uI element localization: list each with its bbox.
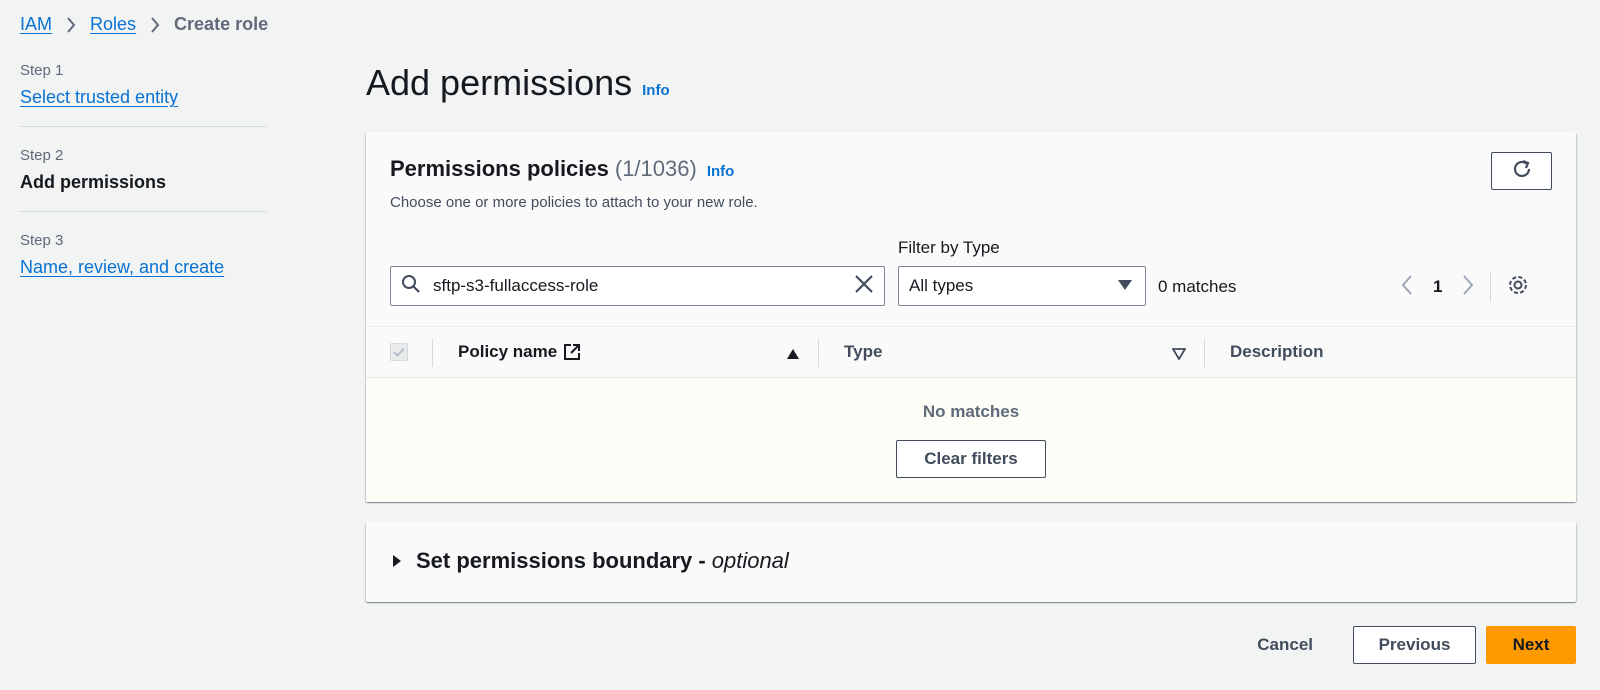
breadcrumb-iam-link[interactable]: IAM	[20, 14, 52, 35]
policies-title: Permissions policies	[390, 156, 609, 181]
table-empty-state: No matches Clear filters	[366, 378, 1576, 502]
column-type-label: Type	[844, 342, 883, 361]
breadcrumb-roles-link[interactable]: Roles	[90, 14, 136, 35]
previous-page-icon[interactable]	[1401, 274, 1413, 300]
policies-header: Permissions policies (1/1036) Info Choos…	[390, 156, 758, 211]
breadcrumb: IAM Roles Create role	[20, 14, 268, 35]
next-page-icon[interactable]	[1462, 274, 1474, 300]
column-description: Description	[1230, 342, 1324, 362]
caret-down-icon	[1117, 276, 1133, 296]
clear-search-icon[interactable]	[854, 274, 874, 299]
column-policy-name-label: Policy name	[458, 342, 558, 361]
policies-table-header: Policy name Type Description	[366, 326, 1576, 378]
permissions-boundary-panel[interactable]: Set permissions boundary - optional	[366, 522, 1576, 602]
policies-description: Choose one or more policies to attach to…	[390, 194, 758, 211]
sort-descending-icon[interactable]	[1171, 345, 1187, 365]
refresh-icon	[1511, 158, 1533, 185]
select-all-checkbox[interactable]	[390, 343, 408, 361]
page-info-link[interactable]: Info	[642, 82, 670, 99]
step-3: Step 3 Name, review, and create	[20, 211, 267, 296]
chevron-right-icon	[150, 16, 160, 33]
step-1: Step 1 Select trusted entity	[20, 62, 267, 126]
caret-right-icon	[392, 554, 402, 568]
permissions-policies-panel: Permissions policies (1/1036) Info Choos…	[366, 132, 1576, 502]
matches-count: 0 matches	[1158, 277, 1237, 296]
column-separator	[1204, 339, 1205, 367]
boundary-title: Set permissions boundary -	[416, 548, 706, 573]
page-title: Add permissions	[366, 62, 633, 103]
step-add-permissions-label: Add permissions	[20, 172, 167, 192]
filter-by-type-label: Filter by Type	[898, 238, 1000, 257]
cancel-button[interactable]: Cancel	[1257, 635, 1313, 655]
refresh-button[interactable]	[1491, 152, 1552, 190]
pagination: 1	[1401, 272, 1529, 302]
previous-button[interactable]: Previous	[1353, 626, 1476, 664]
policies-info-link[interactable]: Info	[707, 163, 735, 180]
chevron-right-icon	[66, 16, 76, 33]
breadcrumb-current: Create role	[174, 14, 269, 34]
step-2: Step 2 Add permissions	[20, 126, 267, 211]
page-header: Add permissions Info	[366, 62, 670, 104]
boundary-expander[interactable]: Set permissions boundary - optional	[392, 548, 789, 574]
filter-type-select[interactable]: All types	[898, 266, 1146, 306]
step-number: Step 1	[20, 62, 64, 79]
step-number: Step 3	[20, 232, 64, 249]
policies-count: (1/1036)	[614, 156, 697, 181]
step-number: Step 2	[20, 147, 64, 164]
no-matches-text: No matches	[922, 402, 1020, 421]
column-separator	[432, 339, 433, 367]
step-name-review-create-link[interactable]: Name, review, and create	[20, 257, 224, 277]
column-description-label: Description	[1230, 342, 1324, 361]
filter-type-value: All types	[909, 276, 974, 295]
external-link-icon	[563, 343, 581, 361]
pager-divider	[1490, 272, 1492, 302]
gear-icon[interactable]	[1507, 274, 1529, 301]
column-type[interactable]: Type	[844, 342, 882, 362]
current-page-number[interactable]: 1	[1433, 277, 1442, 297]
search-icon	[401, 274, 421, 299]
next-button[interactable]: Next	[1486, 626, 1576, 664]
clear-filters-button[interactable]: Clear filters	[896, 440, 1046, 478]
column-separator	[818, 339, 819, 367]
column-policy-name[interactable]: Policy name	[458, 342, 581, 362]
wizard-steps: Step 1 Select trusted entity Step 2 Add …	[20, 62, 267, 296]
sort-ascending-icon[interactable]	[786, 345, 800, 365]
policy-search-box	[390, 266, 885, 306]
boundary-optional-label: optional	[711, 548, 789, 573]
step-select-trusted-entity-link[interactable]: Select trusted entity	[20, 87, 178, 107]
wizard-actions: Cancel Previous Next	[1257, 626, 1576, 664]
search-input[interactable]	[431, 275, 854, 297]
